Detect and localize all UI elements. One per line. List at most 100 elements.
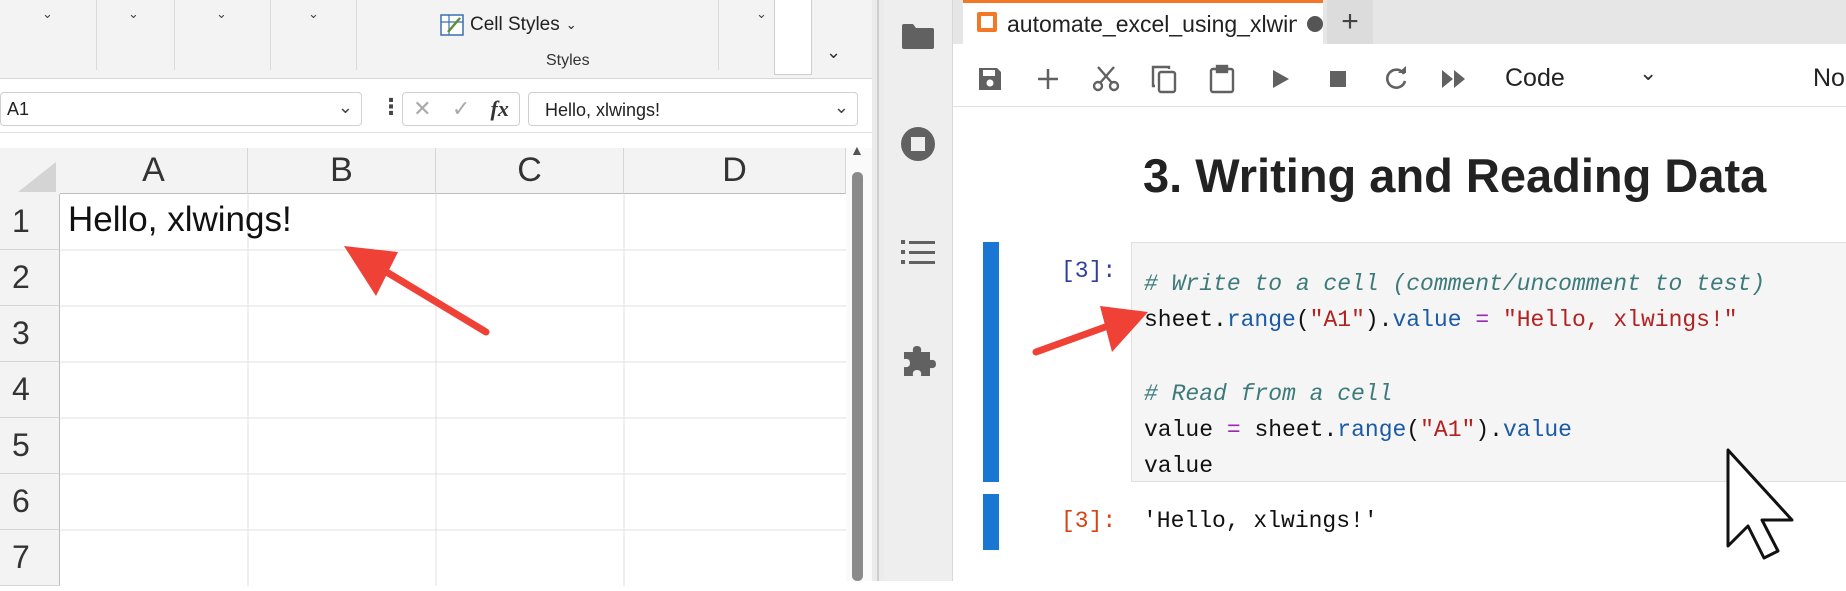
markdown-heading[interactable]: 3. Writing and Reading Data [1143,148,1766,203]
cell-type-select[interactable]: Code [1505,64,1565,93]
cut-icon[interactable] [1089,62,1123,96]
notebook-tab[interactable]: automate_excel_using_xlwings [963,0,1323,44]
active-cell-indicator[interactable] [983,242,999,482]
cell-styles-icon [440,14,464,36]
add-cell-icon[interactable] [1031,62,1065,96]
excel-ribbon: ⌄ ⌄ ⌄ ⌄ Cell Styles ⌄ Styles ⌄ ⌄ [0,0,872,79]
chevron-down-icon[interactable]: ⌄ [826,42,841,63]
code-token: sheet [1254,417,1324,443]
row-header-3[interactable]: 3 [0,306,60,362]
chevron-down-icon[interactable]: ⌄ [1639,60,1657,86]
code-token: "A1" [1309,307,1365,333]
tab-bar: automate_excel_using_xlwings + [953,0,1846,44]
code-token: sheet [1144,307,1214,333]
restart-icon[interactable] [1379,62,1413,96]
cell-styles-button[interactable]: Cell Styles ⌄ [440,10,577,40]
kernel-name[interactable]: No [1813,64,1845,93]
select-all-icon [18,162,56,192]
cell-output: 'Hello, xlwings!' [1143,508,1378,534]
code-token: ). [1475,417,1503,443]
code-line-5: value = sheet.range("A1").value [1144,417,1572,443]
row-header-5[interactable]: 5 [0,418,60,474]
formula-buttons: ✕ ✓ fx [402,92,520,126]
chevron-down-icon[interactable]: ⌄ [834,97,849,118]
stop-icon[interactable] [1321,62,1355,96]
code-line-6: value [1144,453,1213,479]
row-header-6[interactable]: 6 [0,474,60,530]
enter-icon[interactable]: ✓ [452,96,470,122]
row-header-7[interactable]: 7 [0,530,60,586]
notebook-toolbar: Code ⌄ No [953,50,1846,107]
code-token: value [1144,453,1214,479]
name-box-value: A1 [7,99,30,119]
run-icon[interactable] [1263,62,1297,96]
column-header-d[interactable]: D [624,148,846,194]
new-tab-button[interactable]: + [1327,0,1373,44]
ribbon-dropdown-5[interactable]: ⌄ [756,6,767,22]
cell-styles-label: Cell Styles [470,14,560,35]
pane-divider-line [877,0,879,581]
code-token: range [1337,417,1407,443]
save-icon[interactable] [973,62,1007,96]
code-token: value [1144,417,1214,443]
chevron-down-icon[interactable]: ⌄ [338,97,353,118]
cancel-icon[interactable]: ✕ [413,96,431,122]
jupyter-notebook-panel: automate_excel_using_xlwings + Code ⌄ No… [953,0,1846,581]
cells-area[interactable] [60,194,846,586]
extensions-icon[interactable] [894,336,942,384]
ribbon-separator [270,0,271,70]
column-header-b[interactable]: B [248,148,436,194]
paste-icon[interactable] [1205,62,1239,96]
code-token: "Hello, xlwings!" [1502,307,1738,333]
formula-bar: A1 ⌄ ⋮ ✕ ✓ fx Hello, xlwings! ⌄ [0,88,872,133]
styles-group-label: Styles [546,52,590,69]
cell-a1[interactable]: Hello, xlwings! [68,200,292,240]
row-header-2[interactable]: 2 [0,250,60,306]
code-editor[interactable]: # Write to a cell (comment/uncomment to … [1131,242,1846,482]
table-of-contents-icon[interactable] [894,228,942,276]
ribbon-separator [174,0,175,70]
running-kernels-icon[interactable] [894,120,942,168]
insert-function-icon[interactable]: fx [491,96,509,122]
unsaved-indicator-icon[interactable] [1307,16,1323,32]
ribbon-separator [718,0,719,70]
row-header-4[interactable]: 4 [0,362,60,418]
ribbon-gallery-scroll[interactable] [774,0,812,75]
select-all-corner[interactable] [0,148,60,194]
row-header-1[interactable]: 1 [0,194,60,250]
code-token: value [1392,307,1462,333]
code-comment: # Write to a cell (comment/uncomment to … [1144,271,1766,297]
code-token: = [1475,307,1490,333]
code-line-1: # Write to a cell (comment/uncomment to … [1144,271,1765,297]
scrollbar-thumb[interactable] [852,172,863,581]
ribbon-separator [96,0,97,70]
ribbon-separator [356,0,357,70]
folder-icon[interactable] [894,12,942,60]
code-token: "A1" [1420,417,1476,443]
chevron-down-icon: ⌄ [565,17,577,32]
excel-window: ⌄ ⌄ ⌄ ⌄ Cell Styles ⌄ Styles ⌄ ⌄ A1 ⌄ ⋮ [0,0,872,586]
name-box[interactable]: A1 ⌄ [0,92,362,126]
copy-icon[interactable] [1147,62,1181,96]
code-token: . [1213,307,1227,333]
more-options-icon[interactable]: ⋮ [380,94,402,120]
ribbon-dropdown-4[interactable]: ⌄ [308,6,319,22]
ribbon-dropdown-1[interactable]: ⌄ [42,6,53,22]
spreadsheet-grid: A B C D 1 2 3 4 5 6 7 Hello, xlwings! [0,148,852,586]
code-token: = [1226,417,1241,443]
code-line-4: # Read from a cell [1144,381,1392,407]
formula-value: Hello, xlwings! [545,100,661,120]
run-all-icon[interactable] [1437,62,1471,96]
code-token: range [1226,307,1296,333]
output-cell-indicator[interactable] [983,494,999,550]
column-header-c[interactable]: C [436,148,624,194]
scroll-up-icon[interactable]: ▲ [850,142,864,158]
code-token: ). [1364,307,1393,333]
column-header-a[interactable]: A [60,148,248,194]
input-prompt: [3]: [1061,258,1117,284]
ribbon-dropdown-2[interactable]: ⌄ [128,6,139,22]
ribbon-dropdown-3[interactable]: ⌄ [216,6,227,22]
formula-input[interactable]: Hello, xlwings! ⌄ [528,92,858,126]
